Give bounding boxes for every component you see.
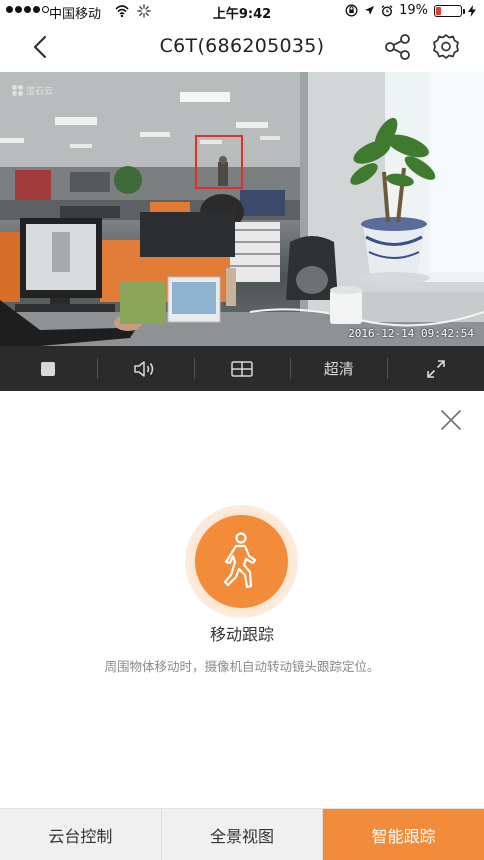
motion-tracking-toggle[interactable] xyxy=(195,515,288,608)
share-icon[interactable] xyxy=(383,32,413,62)
orientation-lock-icon xyxy=(345,4,358,17)
video-control-bar: 超清 xyxy=(0,346,484,391)
status-bar: 中国移动 上午9:42 19% xyxy=(0,0,484,22)
tab-panorama-view[interactable]: 全景视图 xyxy=(160,809,323,860)
camera-video-feed[interactable]: 萤石云 2016-12-14 09:42:54 xyxy=(0,72,484,346)
charging-bolt-icon xyxy=(468,4,476,17)
bottom-tab-bar: 云台控制 全景视图 智能跟踪 xyxy=(0,808,484,860)
fullscreen-icon xyxy=(426,359,445,378)
smart-tracking-panel: 移动跟踪 周围物体移动时，摄像机自动转动镜头跟踪定位。 xyxy=(0,391,484,808)
ceiling-light xyxy=(260,136,280,140)
ceiling-light xyxy=(0,138,24,143)
battery-icon xyxy=(434,4,465,17)
gear-icon[interactable] xyxy=(431,32,461,62)
fullscreen-button[interactable] xyxy=(387,346,484,391)
grid-view-icon xyxy=(231,360,253,377)
ceiling-light xyxy=(140,132,170,137)
ceiling-light xyxy=(180,92,230,102)
speaker-icon xyxy=(134,360,154,377)
ceiling-light xyxy=(70,144,92,148)
motion-tracking-box xyxy=(195,135,243,189)
close-icon[interactable] xyxy=(438,407,464,433)
split-screen-button[interactable] xyxy=(193,346,291,391)
ceiling-light xyxy=(236,122,268,128)
feature-description: 周围物体移动时，摄像机自动转动镜头跟踪定位。 xyxy=(104,659,380,674)
video-timestamp: 2016-12-14 09:42:54 xyxy=(348,327,474,340)
feature-title: 移动跟踪 xyxy=(209,625,274,644)
office-scene-image xyxy=(0,72,484,346)
walking-person-icon xyxy=(223,531,256,588)
watermark-text: 萤石云 xyxy=(26,87,54,97)
ceiling-light xyxy=(55,117,97,125)
quality-label: 超清 xyxy=(323,360,354,378)
nav-bar: C6T(686205035) xyxy=(0,22,484,72)
tab-ptz-control[interactable]: 云台控制 xyxy=(0,809,161,860)
quality-button[interactable]: 超清 xyxy=(290,346,387,391)
alarm-clock-icon xyxy=(381,4,393,17)
sound-button[interactable] xyxy=(96,346,194,391)
watermark-logo: 萤石云 xyxy=(12,84,53,97)
stop-icon xyxy=(41,361,56,376)
stop-button[interactable] xyxy=(0,346,97,391)
location-arrow-icon xyxy=(365,6,375,15)
battery-percent: 19% xyxy=(399,3,428,18)
tab-smart-tracking[interactable]: 智能跟踪 xyxy=(322,809,484,860)
